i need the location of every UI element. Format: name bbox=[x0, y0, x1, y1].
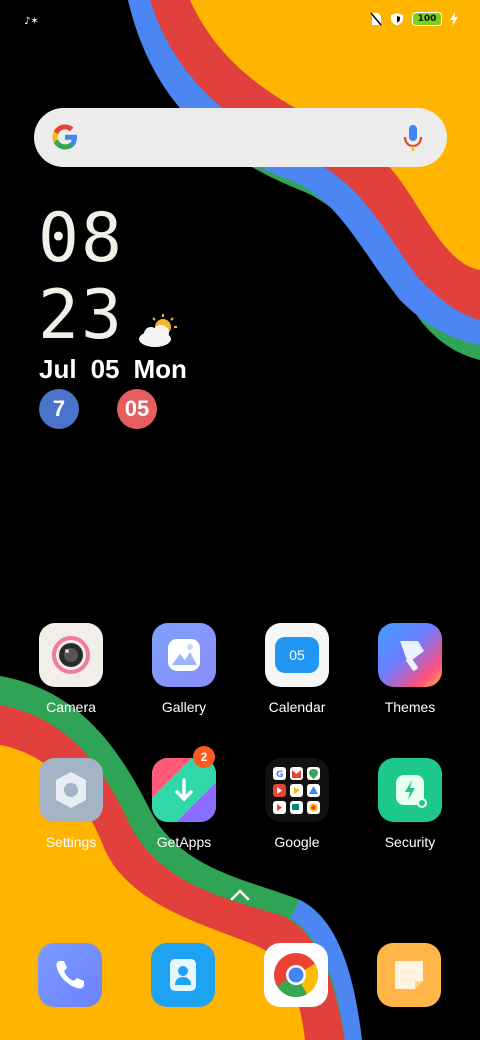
chrome-icon bbox=[264, 943, 328, 1007]
date-circle-left[interactable]: 7 bbox=[39, 389, 79, 429]
calendar-icon-date: 05 bbox=[289, 647, 305, 663]
phone-icon bbox=[38, 943, 102, 1007]
app-settings[interactable]: Settings bbox=[16, 758, 126, 850]
dock-chrome[interactable] bbox=[264, 943, 328, 1007]
camera-icon bbox=[39, 623, 103, 687]
app-security[interactable]: Security bbox=[355, 758, 465, 850]
svg-text:G: G bbox=[276, 770, 283, 780]
microphone-icon[interactable] bbox=[403, 123, 423, 153]
google-folder-icon: G bbox=[265, 758, 329, 822]
app-label: Google bbox=[274, 834, 320, 850]
settings-icon bbox=[39, 758, 103, 822]
app-gallery[interactable]: Gallery bbox=[129, 623, 239, 715]
app-label: Security bbox=[384, 834, 436, 850]
notification-badge: 2 bbox=[193, 746, 215, 768]
calendar-icon: 05 bbox=[265, 623, 329, 687]
dock-contacts[interactable] bbox=[151, 943, 215, 1007]
app-camera[interactable]: Camera bbox=[16, 623, 126, 715]
themes-icon bbox=[378, 623, 442, 687]
chevron-up-icon[interactable] bbox=[228, 886, 252, 904]
clock-hour[interactable]: 08 bbox=[38, 205, 124, 273]
security-icon bbox=[378, 758, 442, 822]
partly-cloudy-icon[interactable] bbox=[137, 313, 181, 349]
app-getapps[interactable]: 2 GetApps bbox=[129, 746, 239, 850]
date-row[interactable]: Jul 05 Mon bbox=[39, 354, 201, 385]
google-search-bar[interactable] bbox=[34, 108, 447, 167]
date-circle-right[interactable]: 05 bbox=[117, 389, 157, 429]
app-label: Gallery bbox=[161, 699, 207, 715]
notification-sparkle-icon: ♪✶ bbox=[24, 14, 39, 29]
app-label: Calendar bbox=[268, 699, 326, 715]
app-label: GetApps bbox=[156, 834, 212, 850]
battery-icon: 100 bbox=[412, 12, 442, 26]
app-themes[interactable]: Themes bbox=[355, 623, 465, 715]
notes-icon bbox=[377, 943, 441, 1007]
app-calendar[interactable]: 05 Calendar bbox=[242, 623, 352, 715]
date-month: Jul bbox=[39, 354, 77, 384]
app-folder-google[interactable]: G Google bbox=[242, 758, 352, 850]
charging-bolt-icon bbox=[450, 12, 458, 26]
date-weekday: Mon bbox=[133, 354, 187, 384]
shield-icon bbox=[391, 13, 403, 26]
status-icons: 100 bbox=[370, 12, 458, 26]
gallery-icon bbox=[152, 623, 216, 687]
google-logo-icon bbox=[52, 124, 77, 150]
svg-text:♪✶: ♪✶ bbox=[24, 16, 38, 26]
app-label: Settings bbox=[45, 834, 97, 850]
date-day: 05 bbox=[90, 354, 120, 384]
clock-minute[interactable]: 23 bbox=[38, 282, 124, 350]
dock-notes[interactable] bbox=[377, 943, 441, 1007]
contacts-icon bbox=[151, 943, 215, 1007]
dock-phone[interactable] bbox=[38, 943, 102, 1007]
app-label: Themes bbox=[384, 699, 436, 715]
no-sim-icon bbox=[370, 12, 382, 26]
app-label: Camera bbox=[46, 699, 96, 715]
